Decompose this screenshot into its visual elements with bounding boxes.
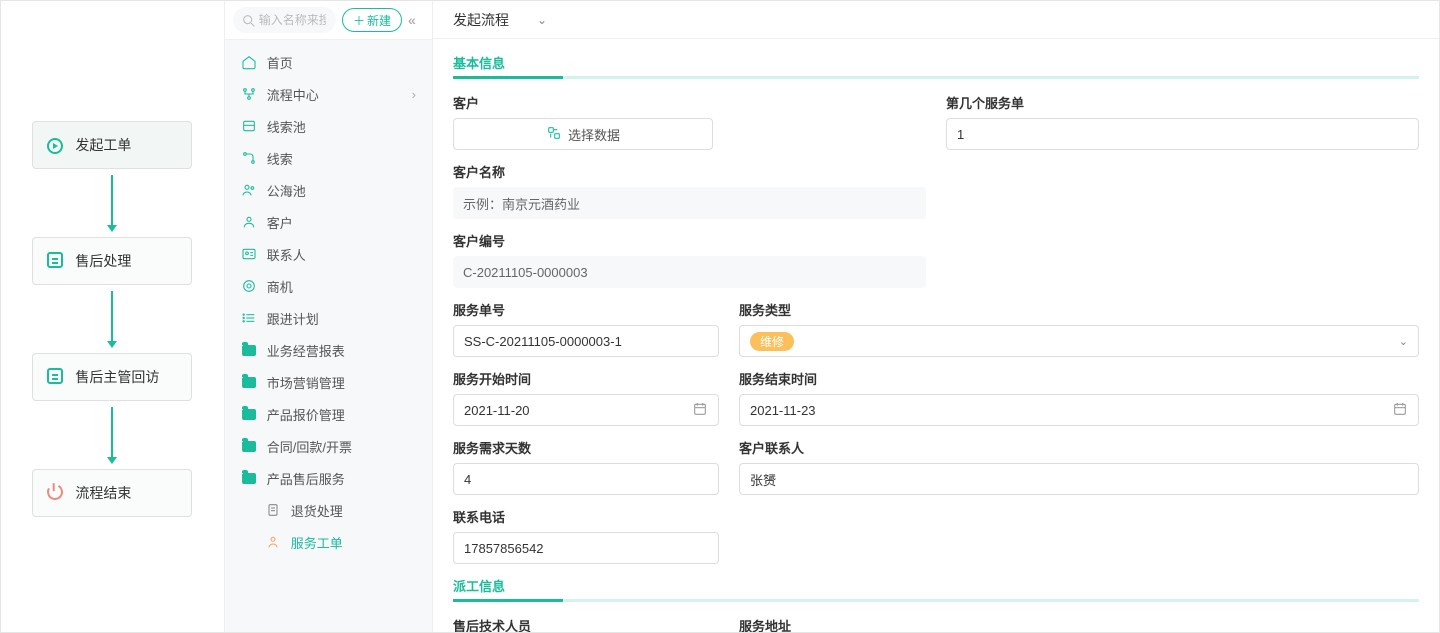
power-icon xyxy=(47,484,65,502)
flow-arrow xyxy=(111,291,113,347)
menu-service-order[interactable]: 服务工单 xyxy=(225,526,432,558)
user-icon xyxy=(241,214,257,230)
inbox-icon xyxy=(241,118,257,134)
flow-node-handle[interactable]: 售后处理 xyxy=(32,237,192,285)
folder-icon xyxy=(241,438,257,454)
label-technician: 售后技术人员 xyxy=(453,616,719,632)
new-button[interactable]: ＋新建 xyxy=(342,8,402,32)
menu-opportunity[interactable]: 商机 xyxy=(225,270,432,302)
menu-return-handle[interactable]: 退货处理 xyxy=(225,494,432,526)
days-input[interactable]: 4 xyxy=(453,463,719,495)
route-icon xyxy=(241,150,257,166)
menu-customer[interactable]: 客户 xyxy=(225,206,432,238)
calendar-icon xyxy=(1392,401,1408,420)
flow-node-review[interactable]: 售后主管回访 xyxy=(32,353,192,401)
doc-icon xyxy=(265,502,281,518)
menu-contract[interactable]: 合同/回款/开票 xyxy=(225,430,432,462)
label-start-time: 服务开始时间 xyxy=(453,369,719,388)
menu-contact[interactable]: 联系人 xyxy=(225,238,432,270)
breadcrumb-select[interactable]: 发起流程 ⌄ xyxy=(447,8,553,32)
workflow-panel: 发起工单 售后处理 售后主管回访 流程结束 xyxy=(1,1,225,632)
menu-biz-report[interactable]: 业务经营报表 xyxy=(225,334,432,366)
menu-marketing[interactable]: 市场营销管理 xyxy=(225,366,432,398)
menu-followup[interactable]: 跟进计划 xyxy=(225,302,432,334)
start-time-input[interactable]: 2021-11-20 xyxy=(453,394,719,426)
flow-node-label: 售后主管回访 xyxy=(75,367,159,387)
label-service-no: 服务单号 xyxy=(453,300,719,319)
section-divider xyxy=(453,599,1419,602)
label-customer-name: 客户名称 xyxy=(453,162,926,181)
note-icon xyxy=(47,252,65,270)
label-customer-contact: 客户联系人 xyxy=(739,438,1419,457)
plus-icon: ＋ xyxy=(353,12,365,29)
section-divider xyxy=(453,76,1419,79)
main-header: 发起流程 ⌄ xyxy=(433,1,1439,39)
customer-name-value: 示例：南京元酒药业 xyxy=(453,187,926,219)
service-type-select[interactable]: 维修 ⌄ xyxy=(739,325,1419,357)
menu-quote[interactable]: 产品报价管理 xyxy=(225,398,432,430)
menu-public-pool[interactable]: 公海池 xyxy=(225,174,432,206)
label-service-type: 服务类型 xyxy=(739,300,1419,319)
flow-node-end[interactable]: 流程结束 xyxy=(32,469,192,517)
phone-input[interactable]: 17857856542 xyxy=(453,532,719,564)
sidebar-top: ＋新建 « xyxy=(225,1,432,40)
service-icon xyxy=(265,534,281,550)
play-icon xyxy=(47,136,65,154)
collapse-icon[interactable]: « xyxy=(408,12,424,28)
menu-lead-pool[interactable]: 线索池 xyxy=(225,110,432,142)
main-panel: 发起流程 ⌄ 基本信息 客户 选择数据 第几个 xyxy=(433,1,1439,632)
menu-aftersale[interactable]: 产品售后服务 xyxy=(225,462,432,494)
section-title-basic: 基本信息 xyxy=(453,53,1419,76)
flow-node-label: 流程结束 xyxy=(75,483,131,503)
menu-lead[interactable]: 线索 xyxy=(225,142,432,174)
label-customer-no: 客户编号 xyxy=(453,231,926,250)
select-data-button[interactable]: 选择数据 xyxy=(453,118,713,150)
sitemap-icon xyxy=(241,86,257,102)
customer-contact-input[interactable]: 张赟 xyxy=(739,463,1419,495)
label-phone: 联系电话 xyxy=(453,507,719,526)
list-icon xyxy=(241,310,257,326)
chevron-down-icon: ⌄ xyxy=(1399,335,1408,348)
ticket-index-input[interactable]: 1 xyxy=(946,118,1419,150)
customer-no-value: C-20211105-0000003 xyxy=(453,256,926,288)
flow-node-label: 售后处理 xyxy=(75,251,131,271)
form-area: 基本信息 客户 选择数据 第几个服务单 1 xyxy=(433,39,1439,632)
flow-arrow xyxy=(111,175,113,231)
search-icon xyxy=(241,13,257,32)
end-time-input[interactable]: 2021-11-23 xyxy=(739,394,1419,426)
id-card-icon xyxy=(241,246,257,262)
service-no-input[interactable]: SS-C-20211105-0000003-1 xyxy=(453,325,719,357)
note-icon xyxy=(47,368,65,386)
folder-icon xyxy=(241,342,257,358)
folder-icon xyxy=(241,470,257,486)
flow-arrow xyxy=(111,407,113,463)
label-end-time: 服务结束时间 xyxy=(739,369,1419,388)
flow-node-start[interactable]: 发起工单 xyxy=(32,121,192,169)
folder-icon xyxy=(241,374,257,390)
home-icon xyxy=(241,54,257,70)
sidebar: ＋新建 « 首页 流程中心› 线索池 线索 公海池 客户 联系人 商机 跟进计划… xyxy=(225,1,433,632)
menu-process-center[interactable]: 流程中心› xyxy=(225,78,432,110)
label-ticket-index: 第几个服务单 xyxy=(946,93,1419,112)
section-title-dispatch: 派工信息 xyxy=(453,576,1419,599)
label-days: 服务需求天数 xyxy=(453,438,719,457)
menu-home[interactable]: 首页 xyxy=(225,46,432,78)
chevron-down-icon: ⌄ xyxy=(537,13,547,27)
flow-node-label: 发起工单 xyxy=(75,135,131,155)
target-icon xyxy=(241,278,257,294)
folder-icon xyxy=(241,406,257,422)
sidebar-menu: 首页 流程中心› 线索池 线索 公海池 客户 联系人 商机 跟进计划 业务经营报… xyxy=(225,40,432,632)
chevron-right-icon: › xyxy=(412,87,416,102)
users-icon xyxy=(241,182,257,198)
service-type-tag: 维修 xyxy=(750,332,794,351)
link-icon xyxy=(546,125,562,144)
label-customer: 客户 xyxy=(453,93,926,112)
label-service-address: 服务地址 xyxy=(739,616,1419,632)
calendar-icon xyxy=(692,401,708,420)
